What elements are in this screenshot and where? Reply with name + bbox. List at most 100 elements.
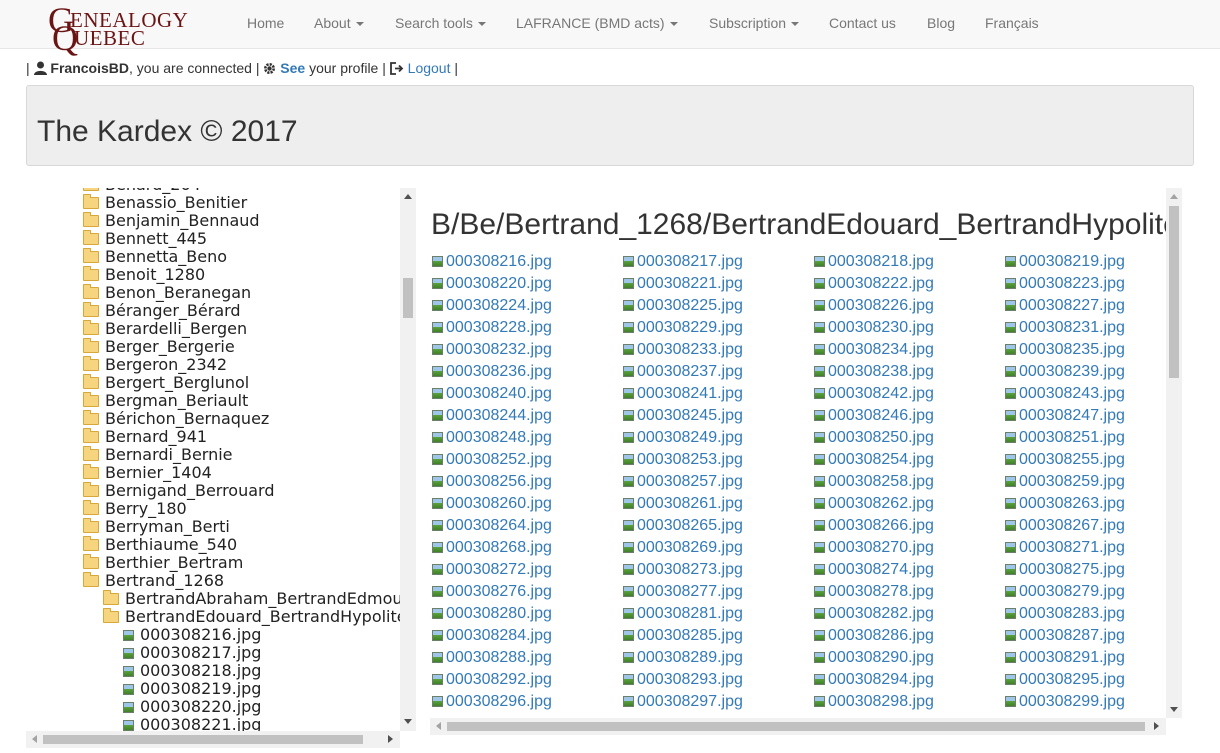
- tree-folder-item[interactable]: Bergeron_2342: [83, 356, 227, 374]
- file-list-item[interactable]: 000308229.jpg: [623, 319, 743, 341]
- file-list-item[interactable]: 000308290.jpg: [814, 649, 934, 671]
- file-link[interactable]: 000308261.jpg: [637, 495, 743, 512]
- content-hscroll-thumb[interactable]: [447, 722, 1145, 731]
- file-list-item[interactable]: 000308287.jpg: [1005, 627, 1125, 649]
- file-link[interactable]: 000308251.jpg: [1019, 429, 1125, 446]
- file-list-item[interactable]: 000308241.jpg: [623, 385, 743, 407]
- tree-subfolder-item[interactable]: BertrandAbraham_BertrandEdmou: [103, 590, 400, 608]
- file-list-item[interactable]: 000308283.jpg: [1005, 605, 1125, 627]
- file-link[interactable]: 000308257.jpg: [637, 473, 743, 490]
- file-link[interactable]: 000308247.jpg: [1019, 407, 1125, 424]
- file-link[interactable]: 000308270.jpg: [828, 539, 934, 556]
- file-link[interactable]: 000308269.jpg: [637, 539, 743, 556]
- tree-folder-item[interactable]: Bernardi_Bernie: [83, 446, 233, 464]
- file-list-item[interactable]: 000308258.jpg: [814, 473, 934, 495]
- file-list-item[interactable]: 000308245.jpg: [623, 407, 743, 429]
- file-list-item[interactable]: 000308289.jpg: [623, 649, 743, 671]
- tree-folder-item[interactable]: Bennett_445: [83, 230, 207, 248]
- file-link[interactable]: 000308264.jpg: [446, 517, 552, 534]
- file-list-item[interactable]: 000308274.jpg: [814, 561, 934, 583]
- file-list-item[interactable]: 000308262.jpg: [814, 495, 934, 517]
- nav-blog[interactable]: Blog: [927, 15, 955, 31]
- file-link[interactable]: 000308299.jpg: [1019, 693, 1125, 710]
- file-list-item[interactable]: 000308216.jpg: [432, 253, 552, 275]
- file-list-item[interactable]: 000308277.jpg: [623, 583, 743, 605]
- file-list-item[interactable]: 000308224.jpg: [432, 297, 552, 319]
- file-link[interactable]: 000308241.jpg: [637, 385, 743, 402]
- file-list-item[interactable]: 000308247.jpg: [1005, 407, 1125, 429]
- file-link[interactable]: 000308235.jpg: [1019, 341, 1125, 358]
- file-link[interactable]: 000308252.jpg: [446, 451, 552, 468]
- file-list-item[interactable]: 000308235.jpg: [1005, 341, 1125, 363]
- nav-search-tools[interactable]: Search tools: [395, 15, 486, 31]
- file-list-item[interactable]: 000308240.jpg: [432, 385, 552, 407]
- file-link[interactable]: 000308297.jpg: [637, 693, 743, 710]
- file-list-item[interactable]: 000308261.jpg: [623, 495, 743, 517]
- file-list-item[interactable]: 000308282.jpg: [814, 605, 934, 627]
- file-list-item[interactable]: 000308281.jpg: [623, 605, 743, 627]
- file-list-item[interactable]: 000308252.jpg: [432, 451, 552, 473]
- file-link[interactable]: 000308288.jpg: [446, 649, 552, 666]
- file-link[interactable]: 000308244.jpg: [446, 407, 552, 424]
- file-link[interactable]: 000308294.jpg: [828, 671, 934, 688]
- scroll-up-icon[interactable]: [404, 194, 412, 199]
- file-link[interactable]: 000308220.jpg: [446, 275, 552, 292]
- file-link[interactable]: 000308293.jpg: [637, 671, 743, 688]
- scroll-down-icon[interactable]: [1170, 707, 1178, 712]
- file-list-item[interactable]: 000308221.jpg: [623, 275, 743, 297]
- file-list-item[interactable]: 000308236.jpg: [432, 363, 552, 385]
- file-link[interactable]: 000308296.jpg: [446, 693, 552, 710]
- file-list-item[interactable]: 000308237.jpg: [623, 363, 743, 385]
- file-list-item[interactable]: 000308219.jpg: [1005, 253, 1125, 275]
- scroll-down-icon[interactable]: [404, 719, 412, 724]
- file-list-item[interactable]: 000308259.jpg: [1005, 473, 1125, 495]
- file-list-item[interactable]: 000308230.jpg: [814, 319, 934, 341]
- tree-folder-item[interactable]: Bennetta_Beno: [83, 248, 227, 266]
- content-scroll-thumb[interactable]: [1169, 206, 1179, 378]
- file-list-item[interactable]: 000308279.jpg: [1005, 583, 1125, 605]
- file-list-item[interactable]: 000308273.jpg: [623, 561, 743, 583]
- file-link[interactable]: 000308260.jpg: [446, 495, 552, 512]
- tree-folder-item[interactable]: Berthiaume_540: [83, 536, 237, 554]
- file-list-item[interactable]: 000308223.jpg: [1005, 275, 1125, 297]
- tree-folder-item[interactable]: Bernier_1404: [83, 464, 212, 482]
- file-list-item[interactable]: 000308278.jpg: [814, 583, 934, 605]
- file-link[interactable]: 000308242.jpg: [828, 385, 934, 402]
- nav-subscription[interactable]: Subscription: [709, 15, 800, 31]
- file-link[interactable]: 000308278.jpg: [828, 583, 934, 600]
- file-list-item[interactable]: 000308291.jpg: [1005, 649, 1125, 671]
- tree-folder-item[interactable]: Berger_Bergerie: [83, 338, 235, 356]
- file-list-item[interactable]: 000308220.jpg: [432, 275, 552, 297]
- file-link[interactable]: 000308224.jpg: [446, 297, 552, 314]
- file-link[interactable]: 000308234.jpg: [828, 341, 934, 358]
- file-list-item[interactable]: 000308233.jpg: [623, 341, 743, 363]
- file-list-item[interactable]: 000308246.jpg: [814, 407, 934, 429]
- tree-folder-item-open[interactable]: Bertrand_1268: [83, 572, 224, 590]
- file-list-item[interactable]: 000308244.jpg: [432, 407, 552, 429]
- tree-file-item[interactable]: 000308219.jpg: [123, 680, 261, 698]
- file-link[interactable]: 000308267.jpg: [1019, 517, 1125, 534]
- file-list-item[interactable]: 000308243.jpg: [1005, 385, 1125, 407]
- file-list-item[interactable]: 000308218.jpg: [814, 253, 934, 275]
- file-link[interactable]: 000308230.jpg: [828, 319, 934, 336]
- scroll-right-icon[interactable]: [388, 735, 393, 743]
- tree-file-item[interactable]: 000308220.jpg: [123, 698, 261, 716]
- file-list-item[interactable]: 000308231.jpg: [1005, 319, 1125, 341]
- scroll-up-icon[interactable]: [1170, 194, 1178, 199]
- file-link[interactable]: 000308253.jpg: [637, 451, 743, 468]
- logout-link[interactable]: Logout: [408, 60, 451, 76]
- tree-folder-item[interactable]: Bernigand_Berrouard: [83, 482, 275, 500]
- tree-file-item[interactable]: 000308217.jpg: [123, 644, 261, 662]
- file-link[interactable]: 000308245.jpg: [637, 407, 743, 424]
- file-list-item[interactable]: 000308286.jpg: [814, 627, 934, 649]
- file-link[interactable]: 000308250.jpg: [828, 429, 934, 446]
- file-list-item[interactable]: 000308275.jpg: [1005, 561, 1125, 583]
- file-link[interactable]: 000308216.jpg: [446, 253, 552, 270]
- file-link[interactable]: 000308291.jpg: [1019, 649, 1125, 666]
- file-link[interactable]: 000308223.jpg: [1019, 275, 1125, 292]
- tree-folder-item[interactable]: Berthier_Bertram: [83, 554, 243, 572]
- tree-folder-item[interactable]: Bergert_Berglunol: [83, 374, 249, 392]
- scroll-left-icon[interactable]: [32, 735, 37, 743]
- file-link[interactable]: 000308266.jpg: [828, 517, 934, 534]
- nav-about[interactable]: About: [314, 15, 364, 31]
